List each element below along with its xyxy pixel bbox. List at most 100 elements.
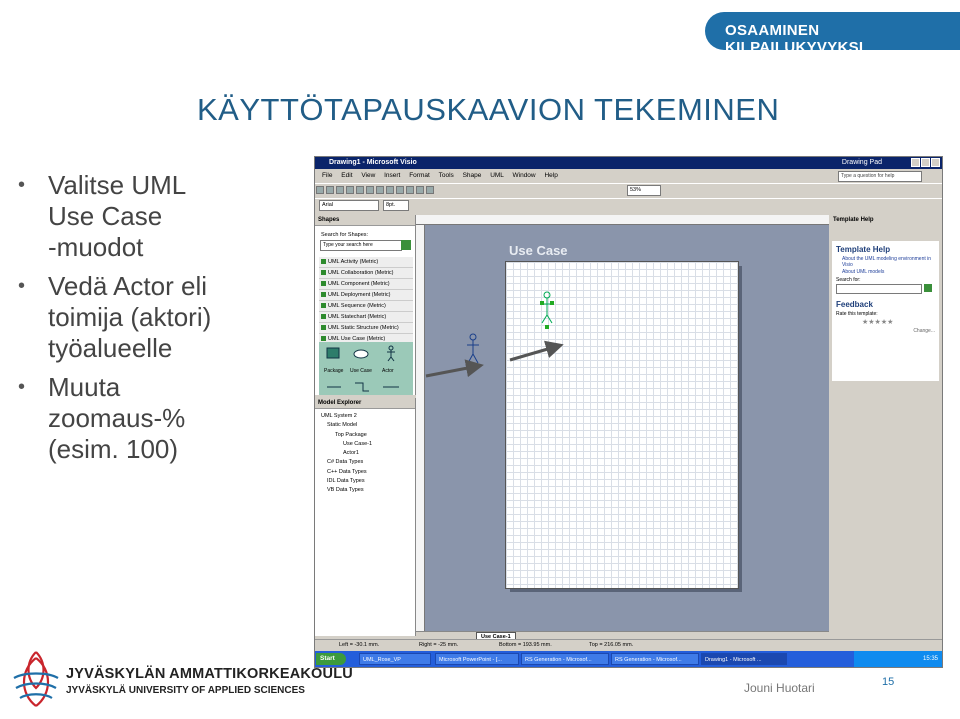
stencil-list: UML Activity (Metric) UML Collaboration … xyxy=(319,257,413,345)
template-help-heading: Template Help xyxy=(836,245,891,254)
open-icon[interactable] xyxy=(326,186,334,194)
arrow-icon xyxy=(509,340,564,362)
package-shape-icon[interactable] xyxy=(326,347,340,359)
tree-item[interactable]: IDL Data Types xyxy=(321,477,372,486)
menu-format[interactable]: Format xyxy=(409,172,430,179)
ask-question-input[interactable]: Type a question for help xyxy=(838,171,922,182)
tree-item[interactable]: C++ Data Types xyxy=(321,468,372,477)
pointer-icon[interactable] xyxy=(406,186,414,194)
shapes-pane-title: Shapes xyxy=(315,215,415,226)
bullet-list: • Valitse UML Use Case -muodot • Vedä Ac… xyxy=(18,170,308,473)
stencil-item[interactable]: UML Static Structure (Metric) xyxy=(319,323,413,334)
model-tree: UML System 2 Static Model Top Package Us… xyxy=(321,412,372,496)
bullet-line: työalueelle xyxy=(48,333,173,363)
maximize-icon[interactable] xyxy=(921,158,930,167)
menu-view[interactable]: View xyxy=(361,172,375,179)
stencil-item[interactable]: UML Component (Metric) xyxy=(319,279,413,290)
menu-insert[interactable]: Insert xyxy=(384,172,400,179)
redo-icon[interactable] xyxy=(396,186,404,194)
shape-search-input[interactable]: Type your search here xyxy=(320,240,402,251)
connector-icon[interactable] xyxy=(416,186,424,194)
vertical-ruler xyxy=(416,225,425,631)
taskbar-item[interactable]: UML_Rose_VP xyxy=(359,653,431,665)
tree-item[interactable]: Use Case-1 xyxy=(321,440,372,449)
taskbar-item[interactable]: Microsoft PowerPoint - [... xyxy=(435,653,519,665)
help-link[interactable]: About the UML modeling environment in Vi… xyxy=(842,256,939,268)
menu-shape[interactable]: Shape xyxy=(463,172,482,179)
menu-window[interactable]: Window xyxy=(513,172,536,179)
rating-stars-icon[interactable]: ★★★★★ xyxy=(862,318,939,326)
menu-uml[interactable]: UML xyxy=(490,172,503,179)
shape-search-label: Search for Shapes: xyxy=(321,232,369,238)
bullet-line: (esim. 100) xyxy=(48,434,179,464)
font-select[interactable]: Arial xyxy=(319,200,379,211)
shapes-pane: Shapes Search for Shapes: Type your sear… xyxy=(315,215,416,395)
print-icon[interactable] xyxy=(346,186,354,194)
feedback-heading: Feedback xyxy=(836,300,873,309)
help-link[interactable]: About UML models xyxy=(842,269,939,275)
tree-item[interactable]: Top Package xyxy=(321,431,372,440)
stencil-item[interactable]: UML Deployment (Metric) xyxy=(319,290,413,301)
window-titlebar: Drawing1 - Microsoft Visio Drawing Pad xyxy=(315,157,942,169)
menu-file[interactable]: File xyxy=(322,172,332,179)
stencil-item[interactable]: UML Collaboration (Metric) xyxy=(319,268,413,279)
use-case-shape-icon[interactable] xyxy=(353,349,369,359)
selected-actor-icon[interactable] xyxy=(537,289,557,337)
template-help-body: Template Help About the UML modeling env… xyxy=(832,241,939,381)
tree-item[interactable]: Static Model xyxy=(321,421,372,430)
tree-item[interactable]: Actor1 xyxy=(321,449,372,458)
search-go-icon[interactable] xyxy=(401,240,411,250)
status-right: Right = -25 mm. xyxy=(419,642,459,648)
brand-banner: OSAAMINEN KILPAILUKYVYKSI xyxy=(705,12,960,56)
new-icon[interactable] xyxy=(316,186,324,194)
menu-help[interactable]: Help xyxy=(544,172,557,179)
rate-label: Rate this template: xyxy=(836,311,878,317)
save-icon[interactable] xyxy=(336,186,344,194)
tree-item[interactable]: VB Data Types xyxy=(321,486,372,495)
menu-edit[interactable]: Edit xyxy=(341,172,352,179)
copy-icon[interactable] xyxy=(366,186,374,194)
start-button[interactable]: Start xyxy=(316,653,346,665)
canvas-use-case-label: Use Case xyxy=(509,243,568,258)
menu-tools[interactable]: Tools xyxy=(439,172,454,179)
model-explorer-pane: Model Explorer UML System 2 Static Model… xyxy=(315,398,416,636)
palette-label: Package xyxy=(324,368,344,374)
windows-taskbar: Start UML_Rose_VP Microsoft PowerPoint -… xyxy=(315,651,942,667)
undo-icon[interactable] xyxy=(386,186,394,194)
bullet-item: • Muuta zoomaus-% (esim. 100) xyxy=(18,372,308,465)
actor-shape-icon[interactable] xyxy=(387,345,395,362)
taskbar-item-active[interactable]: Drawing1 - Microsoft ... xyxy=(701,653,787,665)
tree-item[interactable]: C# Data Types xyxy=(321,458,372,467)
template-help-title: Template Help xyxy=(833,217,874,223)
stencil-item[interactable]: UML Statechart (Metric) xyxy=(319,312,413,323)
cut-icon[interactable] xyxy=(356,186,364,194)
page-number: 15 xyxy=(882,676,895,688)
logo-line-1: JYVÄSKYLÄN AMMATTIKORKEAKOULU xyxy=(66,666,353,682)
annotation-arrows xyxy=(425,340,564,378)
taskbar-item[interactable]: RS Generation - Microsof... xyxy=(611,653,699,665)
tree-item[interactable]: UML System 2 xyxy=(321,412,372,421)
status-top: Top = 216.05 mm. xyxy=(589,642,634,648)
close-icon[interactable] xyxy=(931,158,940,167)
bullet-icon: • xyxy=(18,376,26,398)
logo-line-2: JYVÄSKYLÄ UNIVERSITY OF APPLIED SCIENCES xyxy=(66,685,305,696)
dependency-shape-icon[interactable] xyxy=(355,382,369,392)
taskbar-item[interactable]: RS Generation - Microsof... xyxy=(521,653,609,665)
formatting-toolbar xyxy=(315,198,942,212)
bullet-item: • Valitse UML Use Case -muodot xyxy=(18,170,308,263)
use-case-palette: Package Use Case Actor xyxy=(319,342,413,395)
change-link[interactable]: Change... xyxy=(836,328,935,334)
font-size-select[interactable]: 8pt. xyxy=(383,200,409,211)
bullet-item: • Vedä Actor eli toimija (aktori) työalu… xyxy=(18,271,308,364)
drawing-pad-button[interactable]: Drawing Pad xyxy=(842,157,882,169)
zoom-select[interactable]: 53% xyxy=(627,185,661,196)
banner-text: OSAAMINEN KILPAILUKYVYKSI xyxy=(725,22,864,56)
help-search-input[interactable] xyxy=(836,284,922,294)
text-icon[interactable] xyxy=(426,186,434,194)
minimize-icon[interactable] xyxy=(911,158,920,167)
status-bar: Left = -30.1 mm. Right = -25 mm. Bottom … xyxy=(315,639,942,650)
stencil-item[interactable]: UML Activity (Metric) xyxy=(319,257,413,268)
help-search-go-icon[interactable] xyxy=(923,284,932,292)
stencil-item[interactable]: UML Sequence (Metric) xyxy=(319,301,413,312)
paste-icon[interactable] xyxy=(376,186,384,194)
